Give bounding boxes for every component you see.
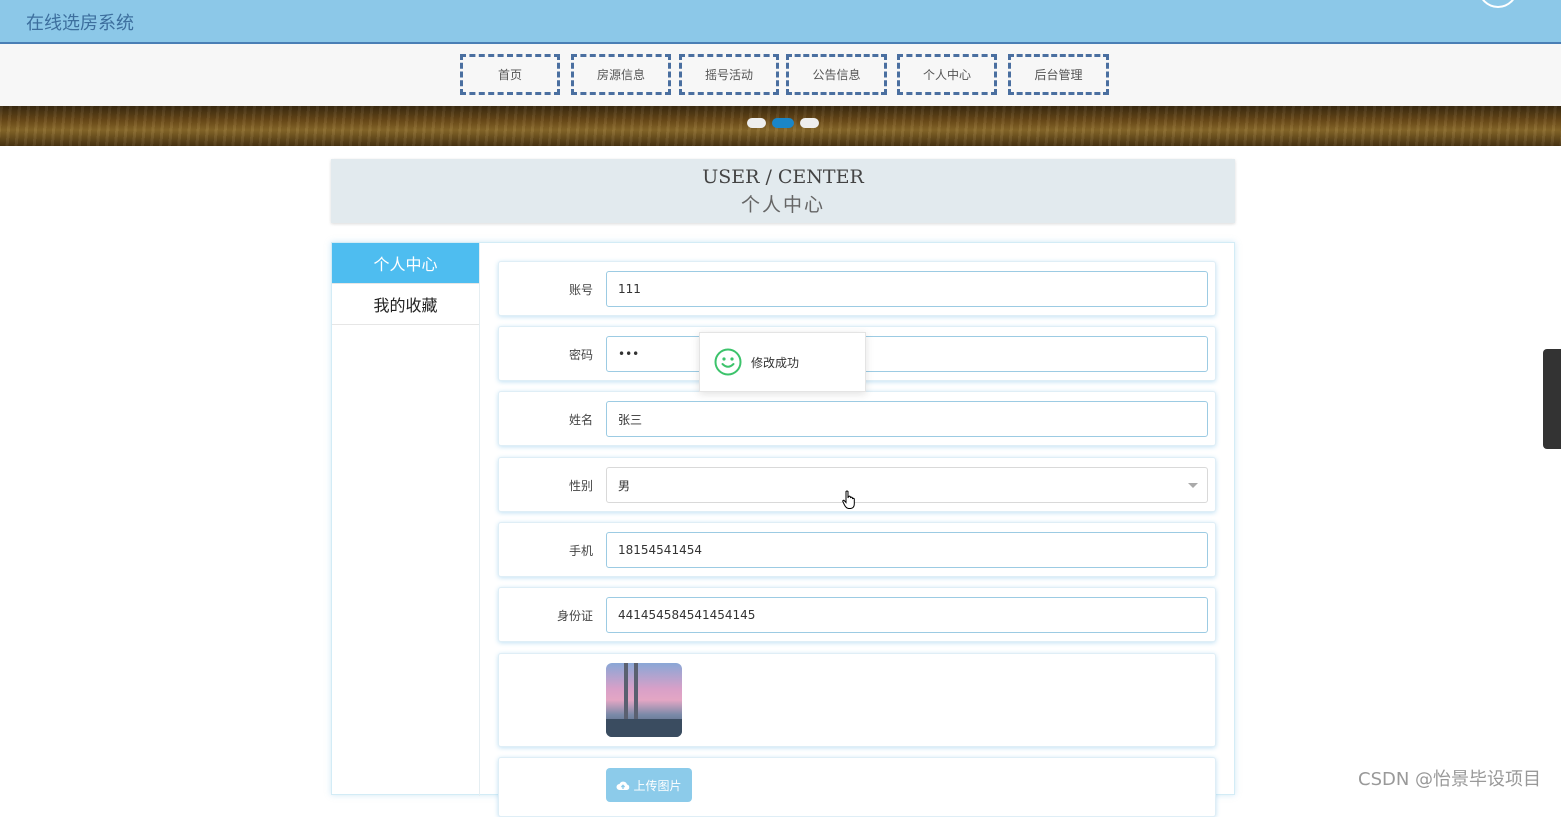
- phone-label: 手机: [568, 544, 593, 558]
- section-title-zh: 个人中心: [740, 194, 825, 216]
- photo-detail: [634, 663, 638, 723]
- site-title: 在线选房系统: [26, 13, 134, 34]
- banner-carousel: [0, 106, 1561, 146]
- watermark: CSDN @怡景毕设项目: [1358, 769, 1542, 790]
- phone-input[interactable]: 18154541454: [606, 532, 1208, 568]
- gender-label: 性别: [568, 479, 593, 493]
- main-navigation: 首页 房源信息 摇号活动 公告信息 个人中心 后台管理: [0, 44, 1561, 106]
- avatar-image[interactable]: [606, 663, 682, 737]
- carousel-dot[interactable]: [800, 118, 819, 128]
- user-center-panel: 个人中心 我的收藏 账号 111 密码 ••• 姓名 张三 性别 男 手机 18…: [331, 242, 1235, 817]
- sidebar: 个人中心 我的收藏: [332, 243, 480, 796]
- sidebar-item-user-center[interactable]: 个人中心: [332, 243, 479, 284]
- avatar-circle-icon[interactable]: [1478, 0, 1518, 8]
- success-toast: 修改成功: [699, 332, 866, 392]
- nav-admin[interactable]: 后台管理: [1008, 54, 1109, 95]
- name-input[interactable]: 张三: [606, 401, 1208, 437]
- sidebar-item-favorites[interactable]: 我的收藏: [332, 284, 479, 325]
- avatar-row: [498, 653, 1216, 747]
- photo-detail: [606, 719, 682, 737]
- nav-user-center[interactable]: 个人中心: [897, 54, 997, 95]
- name-label: 姓名: [568, 413, 593, 427]
- hand-pointer-icon: [842, 490, 855, 509]
- nav-home[interactable]: 首页: [460, 54, 560, 95]
- section-title-en: USER / CENTER: [702, 166, 864, 188]
- nav-listings[interactable]: 房源信息: [571, 54, 671, 95]
- carousel-dot-active[interactable]: [772, 118, 794, 128]
- account-input[interactable]: 111: [606, 271, 1208, 307]
- cloud-upload-icon: [616, 781, 630, 790]
- photo-detail: [624, 663, 628, 723]
- nav-notices[interactable]: 公告信息: [786, 54, 887, 95]
- smile-icon: [714, 348, 742, 376]
- gender-row: 性别 男: [498, 457, 1216, 512]
- id-card-input[interactable]: 441454584541454145: [606, 597, 1208, 633]
- password-input[interactable]: •••: [606, 336, 1208, 372]
- gender-select[interactable]: 男: [606, 467, 1208, 503]
- upload-row: 上传图片: [498, 757, 1216, 817]
- password-label: 密码: [568, 348, 593, 362]
- side-float-tab[interactable]: [1543, 349, 1561, 449]
- gender-select-value: 男: [618, 478, 631, 493]
- nav-lottery[interactable]: 摇号活动: [679, 54, 779, 95]
- upload-image-label: 上传图片: [633, 778, 682, 793]
- account-row: 账号 111: [498, 261, 1216, 316]
- account-label: 账号: [568, 283, 593, 297]
- upload-image-button[interactable]: 上传图片: [606, 768, 692, 802]
- name-row: 姓名 张三: [498, 391, 1216, 446]
- chevron-down-icon: [1188, 483, 1198, 488]
- toast-message: 修改成功: [751, 355, 800, 370]
- top-header-bar: 在线选房系统: [0, 0, 1561, 44]
- phone-row: 手机 18154541454: [498, 522, 1216, 577]
- id-card-row: 身份证 441454584541454145: [498, 587, 1216, 642]
- section-header: USER / CENTER 个人中心: [331, 159, 1235, 223]
- carousel-dot[interactable]: [747, 118, 766, 128]
- id-card-label: 身份证: [556, 609, 593, 623]
